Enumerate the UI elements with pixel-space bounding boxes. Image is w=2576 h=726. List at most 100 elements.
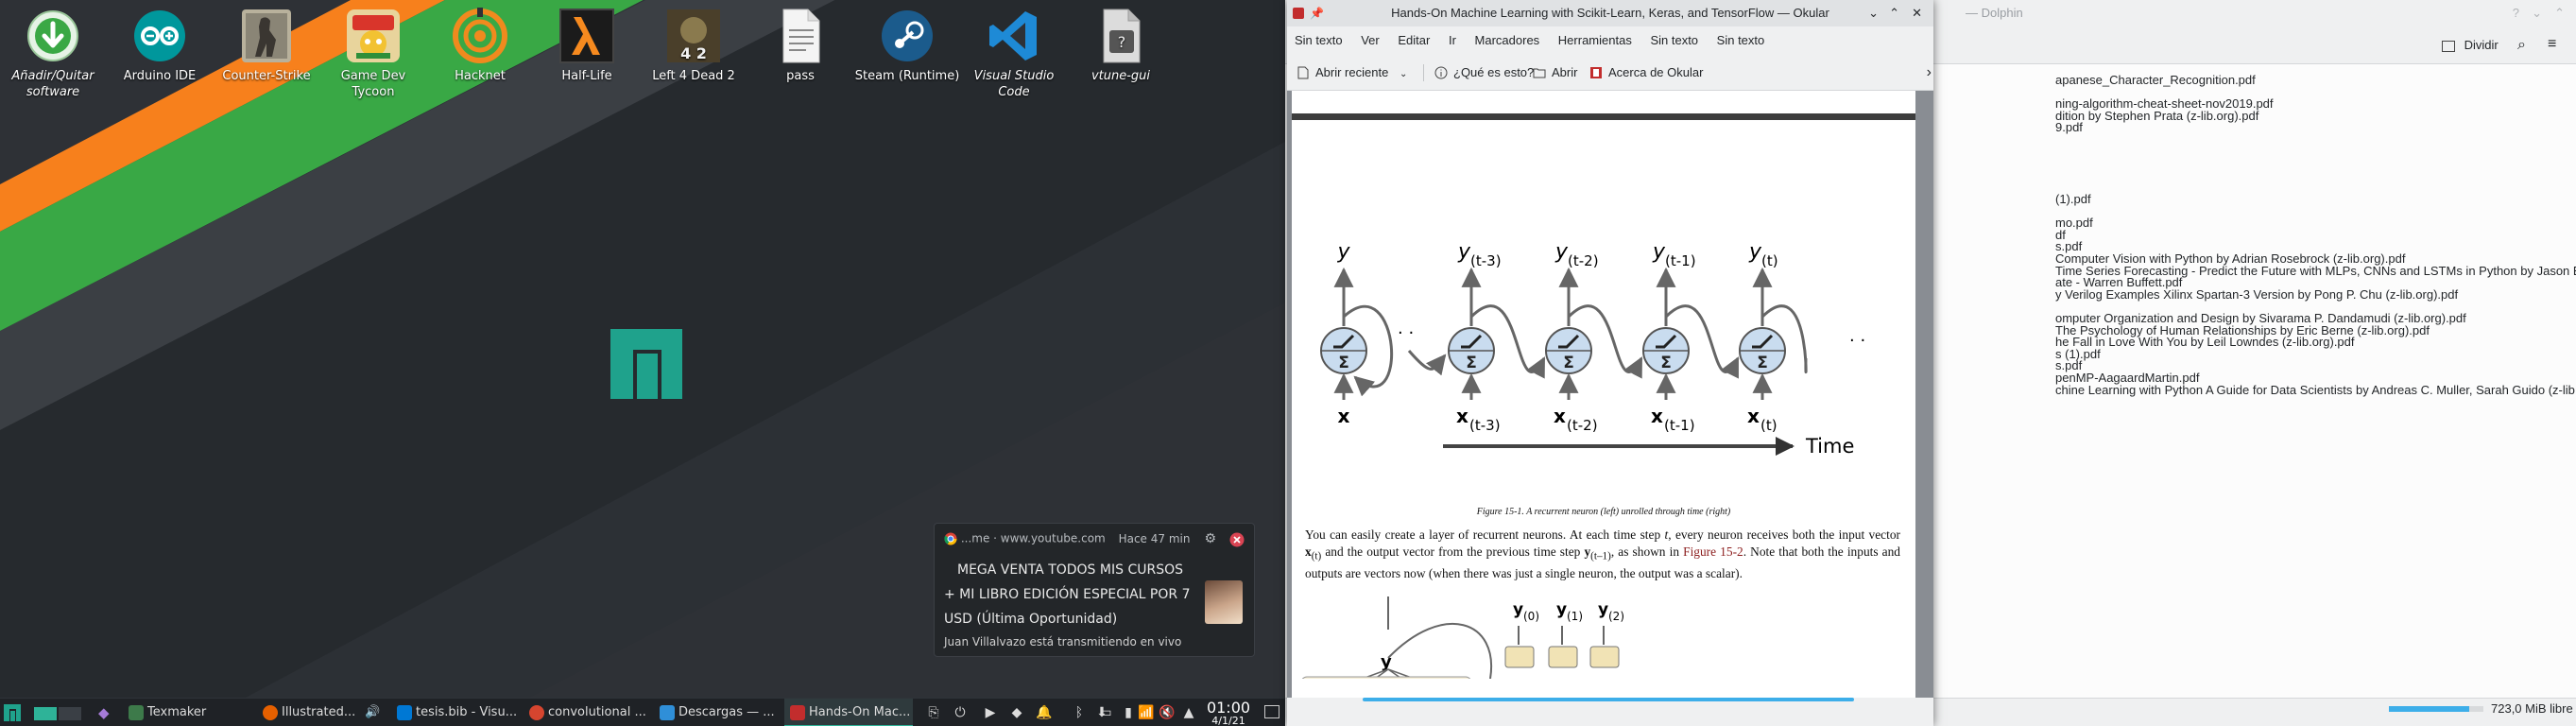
- figure-caption: Figure 15-1. A recurrent neuron (left) u…: [1476, 507, 1731, 517]
- clipboard-icon[interactable]: ⎘: [926, 705, 941, 720]
- task-label: Texmaker: [147, 705, 207, 719]
- sum-glyph: Σ: [1757, 354, 1768, 372]
- volume-icon[interactable]: 🔇: [1159, 705, 1175, 720]
- minimize-icon[interactable]: ⌄: [1868, 0, 1879, 26]
- okular-window[interactable]: 📌 Hands-On Machine Learning with Scikit-…: [1287, 0, 1933, 726]
- desktop-icon-steam[interactable]: Steam (Runtime): [854, 8, 960, 84]
- input-subscript: (t-1): [1664, 417, 1695, 434]
- power-icon[interactable]: ⏻: [953, 705, 968, 720]
- desktop-icon-counter-strike[interactable]: Counter-Strike: [214, 8, 319, 84]
- menu-settings[interactable]: Sin texto: [1642, 26, 1706, 55]
- close-icon[interactable]: ✕: [1912, 0, 1922, 26]
- about-label: Acerca de Okular: [1608, 65, 1704, 79]
- about-okular-button[interactable]: Acerca de Okular: [1589, 55, 1703, 91]
- recurrence-connection: [1407, 350, 1447, 376]
- battery-icon[interactable]: ▮: [1121, 705, 1136, 720]
- notification-settings-icon[interactable]: ⚙: [1204, 531, 1216, 546]
- task-label: Illustrated...: [282, 705, 356, 719]
- okular-statusbar: [1287, 698, 1933, 726]
- file-item[interactable]: y Verilog Examples Xilinx Spartan-3 Vers…: [2055, 287, 2458, 302]
- virtual-desktop-pager[interactable]: [34, 699, 83, 726]
- tray-expand-icon[interactable]: ▲: [1181, 705, 1196, 720]
- desktop-icon-half-life[interactable]: Half-Life: [534, 8, 640, 84]
- desktop-icon-hacknet[interactable]: Hacknet: [427, 8, 533, 84]
- manjaro-menu-icon[interactable]: [4, 704, 23, 721]
- show-desktop-button[interactable]: [1262, 699, 1281, 726]
- desktop-icon-left4dead2[interactable]: 4 2 Left 4 Dead 2: [641, 8, 747, 84]
- task-okular[interactable]: Hands-On Mac...: [784, 699, 913, 726]
- free-space-label: 723,0 MiB libre: [2491, 701, 2573, 716]
- file-item[interactable]: apanese_Character_Recognition.pdf: [2055, 73, 2256, 87]
- texmaker-icon: [129, 705, 144, 720]
- toolbar-overflow-icon[interactable]: ›: [1927, 55, 1932, 91]
- maximize-icon[interactable]: ⌃: [1889, 0, 1899, 26]
- file-item[interactable]: dition by Stephen Prata (z-lib.org).pdf: [2055, 109, 2258, 123]
- okular-icon: [1590, 67, 1602, 78]
- task-chrome[interactable]: convolutional ...: [524, 699, 650, 726]
- file-item[interactable]: 9.pdf: [2055, 120, 2083, 134]
- hamburger-menu-icon[interactable]: ≡: [2548, 36, 2556, 53]
- split-button[interactable]: Dividir: [2442, 26, 2499, 64]
- desktop-icon-vtune-gui[interactable]: ? vtune-gui: [1068, 8, 1174, 84]
- task-label: Hands-On Mac...: [809, 705, 911, 719]
- free-space-bar: [2389, 706, 2483, 712]
- notification-time: Hace 47 min: [1118, 531, 1191, 545]
- menu-file[interactable]: Sin texto: [1287, 26, 1350, 55]
- task-label: tesis.bib - Visu...: [416, 705, 518, 719]
- sum-glyph: Σ: [1563, 354, 1574, 372]
- search-icon[interactable]: ⌕: [2517, 37, 2526, 54]
- desktop-icon-pass[interactable]: pass: [747, 8, 853, 84]
- task-vscode[interactable]: tesis.bib - Visu...: [391, 699, 520, 726]
- chrome-icon: [529, 705, 544, 720]
- desktop-icon-arduino[interactable]: Arduino IDE: [107, 8, 213, 84]
- open-recent-button[interactable]: Abrir reciente ⌄: [1297, 55, 1407, 91]
- desktop-icon-vscode[interactable]: Visual Studio Code: [961, 8, 1067, 100]
- media-player-icon[interactable]: ▶: [983, 705, 998, 720]
- vertical-scrollbar[interactable]: [1915, 91, 1933, 698]
- menu-help[interactable]: Sin texto: [1709, 26, 1773, 55]
- kdeconnect-tray-icon[interactable]: ◆: [1009, 705, 1024, 720]
- task-firefox[interactable]: Illustrated...: [257, 699, 361, 726]
- whats-this-button[interactable]: ¿Qué es esto?: [1434, 55, 1534, 91]
- task-texmaker[interactable]: Texmaker: [123, 699, 253, 726]
- file-item[interactable]: chine Learning with Python A Guide for D…: [2055, 383, 2576, 397]
- menu-tools[interactable]: Herramientas: [1551, 26, 1640, 55]
- display-icon[interactable]: ▭: [1098, 705, 1113, 720]
- manjaro-logo: [610, 329, 682, 399]
- notifications-icon[interactable]: 🔔: [1036, 705, 1052, 720]
- menu-go[interactable]: Ir: [1441, 26, 1464, 55]
- paragraph-text: , every neuron receives both the input v…: [1668, 527, 1900, 542]
- horizontal-scrollbar[interactable]: [1363, 698, 1854, 701]
- clock[interactable]: 01:00 4/1/21: [1202, 700, 1255, 726]
- menu-edit[interactable]: Editar: [1390, 26, 1437, 55]
- output-label-y: y: [1336, 240, 1350, 264]
- document-viewer[interactable]: Σyx. .. . Σy (t-3) x (t-3) Σy (t-2) x (t-2) Σy (t-…: [1287, 91, 1933, 698]
- kde-connect-icon[interactable]: ◆: [98, 699, 117, 726]
- menu-bookmarks[interactable]: Marcadores: [1468, 26, 1548, 55]
- output-subscript: (2): [1608, 610, 1624, 623]
- close-icon[interactable]: [1229, 532, 1245, 547]
- notification-popup[interactable]: ...me · www.youtube.com Hace 47 min ⚙ ME…: [934, 523, 1255, 657]
- file-item[interactable]: (1).pdf: [2055, 192, 2091, 206]
- help-icon[interactable]: ?: [2513, 0, 2519, 26]
- network-icon[interactable]: 📶: [1138, 705, 1154, 720]
- minimize-icon[interactable]: ⌄: [2532, 0, 2542, 26]
- output-label-y: y: [1556, 600, 1567, 619]
- desktop-icon-label: Game Dev Tycoon: [340, 69, 406, 99]
- output-label-y: y: [1748, 240, 1762, 264]
- bluetooth-icon[interactable]: ᛒ: [1072, 705, 1087, 720]
- split-label: Dividir: [2464, 38, 2499, 52]
- menu-view[interactable]: Ver: [1353, 26, 1387, 55]
- desktop-icon-label: Left 4 Dead 2: [652, 69, 735, 83]
- open-button[interactable]: Abrir: [1533, 55, 1577, 91]
- output-subscript: (t-2): [1568, 252, 1599, 269]
- maximize-icon[interactable]: ⌃: [2554, 0, 2565, 26]
- desktop-icon-game-dev-tycoon[interactable]: Game Dev Tycoon: [320, 8, 426, 100]
- figure-link[interactable]: Figure 15-2: [1683, 544, 1743, 559]
- audio-playing-icon[interactable]: 🔊: [365, 699, 384, 726]
- pdf-page: Σyx. .. . Σy (t-3) x (t-3) Σy (t-2) x (t-2) Σy (t-…: [1292, 91, 1915, 698]
- desktop-icon-add-remove-software[interactable]: Añadir/Quitar software: [0, 8, 106, 100]
- output-subscript: (t-3): [1470, 252, 1502, 269]
- rnn-layer-figure: yy (0) y (1) y (2): [1301, 596, 1624, 679]
- task-dolphin[interactable]: Descargas — ...: [654, 699, 781, 726]
